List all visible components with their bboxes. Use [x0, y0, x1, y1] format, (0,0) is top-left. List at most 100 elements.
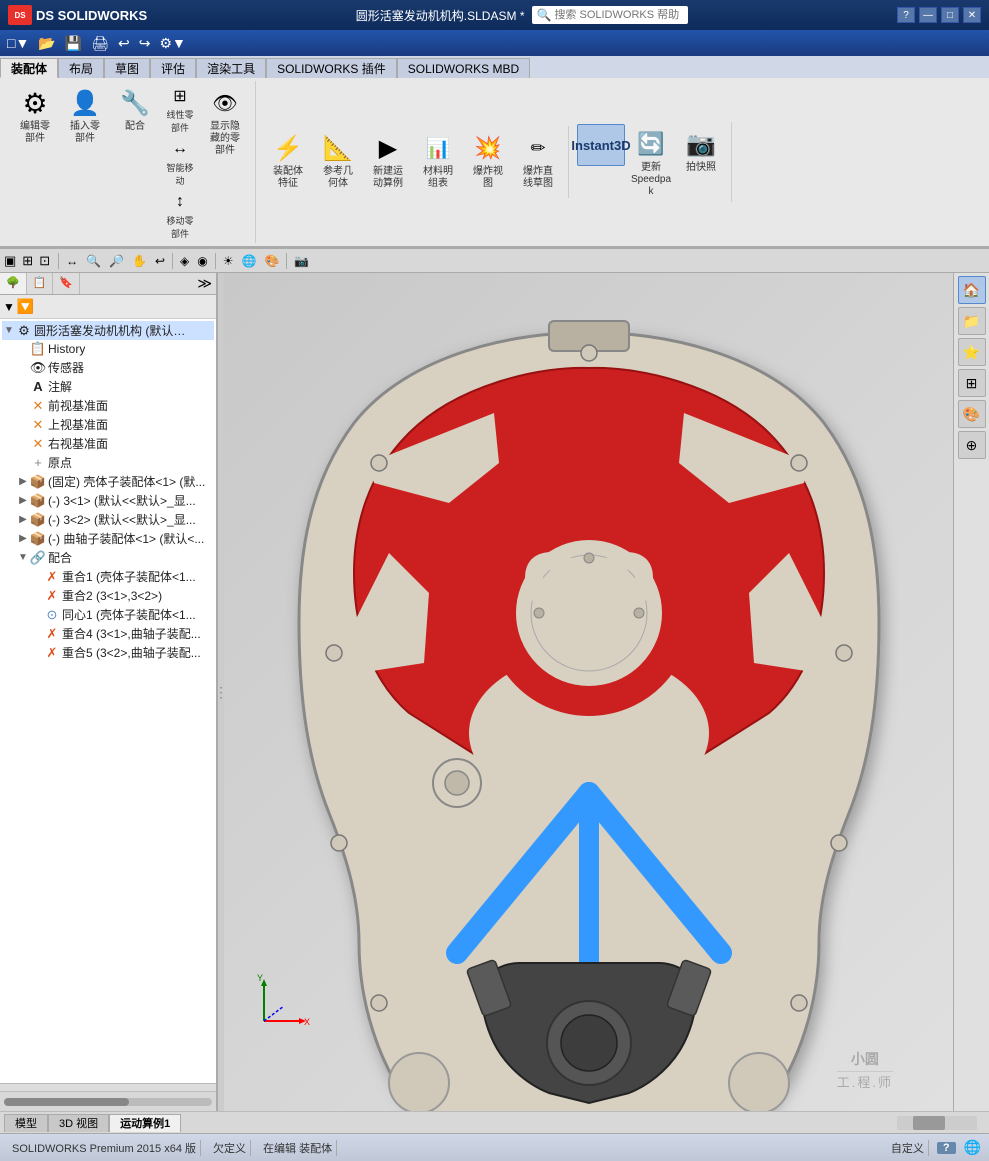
panel-expand-btn[interactable]: ≫	[193, 273, 216, 294]
tree-coincident1[interactable]: ✗ 重合1 (壳体子装配体<1...	[2, 567, 214, 586]
search-box[interactable]: 🔍	[532, 6, 688, 24]
tree-concentric1[interactable]: ⊙ 同心1 (壳体子装配体<1...	[2, 605, 214, 624]
photo-button[interactable]: 📷 拍快照	[677, 124, 725, 176]
origin-expand	[16, 456, 30, 470]
tab-render[interactable]: 渲染工具	[196, 58, 266, 78]
save-button[interactable]: 💾	[62, 34, 85, 53]
print-button[interactable]: 🖨	[88, 34, 112, 53]
crankshaft-icon: 📦	[30, 531, 46, 547]
explode-button[interactable]: 💥 爆炸视图	[464, 128, 512, 192]
coincident4-icon: ✗	[44, 626, 60, 642]
linear-component-button[interactable]: ⊞ 线性零部件	[161, 83, 199, 135]
tree-front-plane[interactable]: ✕ 前视基准面	[2, 396, 214, 415]
new-motion-label: 新建运动算例	[373, 166, 403, 190]
tree-coincident4[interactable]: ✗ 重合4 (3<1>,曲轴子装配...	[2, 624, 214, 643]
table-button[interactable]: ⊞	[958, 369, 986, 397]
instant3d-button[interactable]: Instant3D	[577, 124, 625, 166]
tab-sw-plugins[interactable]: SOLIDWORKS 插件	[266, 58, 397, 78]
section-view-btn[interactable]: ◈	[177, 253, 192, 269]
tree-annotations[interactable]: A 注解	[2, 377, 214, 396]
add-button[interactable]: ⊕	[958, 431, 986, 459]
svg-text:Y: Y	[257, 973, 263, 983]
new-motion-button[interactable]: ▶ 新建运动算例	[364, 128, 412, 192]
tab-3dview[interactable]: 3D 视图	[48, 1114, 109, 1132]
tree-part3-2[interactable]: ▶ 📦 (-) 3<2> (默认<<默认>_显...	[2, 510, 214, 529]
appearance-btn[interactable]: 🎨	[261, 253, 282, 269]
photo-icon: 📷	[683, 126, 719, 162]
panel-tab-features[interactable]: 🔖	[53, 273, 80, 294]
bookmark-button[interactable]: ⭐	[958, 338, 986, 366]
tree-mates[interactable]: ▼ 🔗 配合	[2, 548, 214, 567]
folder-button[interactable]: 📁	[958, 307, 986, 335]
bom-button[interactable]: 📊 材料明组表	[414, 128, 462, 192]
horizontal-scrollbar[interactable]	[897, 1116, 977, 1130]
tree-part3-1[interactable]: ▶ 📦 (-) 3<1> (默认<<默认>_显...	[2, 491, 214, 510]
tab-motion[interactable]: 运动算例1	[109, 1114, 181, 1132]
tree-sensors[interactable]: 👁 传感器	[2, 358, 214, 377]
front-plane-expand	[16, 399, 30, 413]
show-hide-label: 显示隐藏的零部件	[210, 121, 240, 157]
close-button[interactable]: ✕	[963, 7, 981, 23]
help-button[interactable]: ?	[897, 7, 915, 23]
show-hide-button[interactable]: 👁 显示隐藏的零部件	[201, 83, 249, 159]
tree-root[interactable]: ▼ ⚙ 圆形活塞发动机机构 (默认＜默...	[2, 321, 214, 340]
fit-view-btn[interactable]: ↔	[63, 253, 81, 269]
origin-label: 原点	[46, 454, 72, 471]
zoom-out-btn[interactable]: 🔎	[106, 253, 127, 269]
options-button[interactable]: ⚙▼	[156, 34, 188, 53]
tree-shell[interactable]: ▶ 📦 (固定) 壳体子装配体<1> (默...	[2, 472, 214, 491]
status-help[interactable]: ?	[937, 1142, 956, 1154]
explode-sketch-button[interactable]: ✏ 爆炸直线草图	[514, 128, 562, 192]
speedpak-button[interactable]: 🔄 更新Speedpak	[627, 124, 675, 200]
part3-1-expand[interactable]: ▶	[16, 494, 30, 508]
edit-part-button[interactable]: ⚙ 编辑零部件	[11, 83, 59, 147]
panel-tab-props[interactable]: 📋	[27, 273, 54, 294]
tree-origin[interactable]: + 原点	[2, 453, 214, 472]
3d-viewport[interactable]: X Y 小圆 工.程.师	[224, 273, 953, 1111]
mate-button[interactable]: 🔧 配合	[111, 83, 159, 135]
shell-expand[interactable]: ▶	[16, 475, 30, 489]
coincident1-expand	[30, 570, 44, 584]
new-button[interactable]: □▼	[4, 34, 32, 52]
search-input[interactable]	[554, 9, 684, 21]
rotate-btn[interactable]: ↩	[152, 253, 168, 269]
tree-right-plane[interactable]: ✕ 右视基准面	[2, 434, 214, 453]
tab-assembly[interactable]: 装配体	[0, 58, 58, 78]
tab-sketch[interactable]: 草图	[104, 58, 150, 78]
palette-button[interactable]: 🎨	[958, 400, 986, 428]
ribbon-content: ⚙ 编辑零部件 👤 插入零部件 🔧 配合 ⊞ 线性零部件	[0, 78, 989, 247]
scene-btn[interactable]: 🌐	[239, 253, 260, 269]
tree-coincident5[interactable]: ✗ 重合5 (3<2>,曲轴子装配...	[2, 643, 214, 662]
crankshaft-expand[interactable]: ▶	[16, 532, 30, 546]
tree-history[interactable]: 📋 History	[2, 340, 214, 358]
tree-crankshaft[interactable]: ▶ 📦 (-) 曲轴子装配体<1> (默认<...	[2, 529, 214, 548]
redo-button[interactable]: ↪	[136, 34, 154, 53]
display-style-btn[interactable]: ◉	[194, 253, 210, 269]
undo-button[interactable]: ↩	[115, 34, 133, 53]
minimize-button[interactable]: —	[919, 7, 937, 23]
part3-2-expand[interactable]: ▶	[16, 513, 30, 527]
mates-expand[interactable]: ▼	[16, 551, 30, 565]
move-component-button[interactable]: ↕ 移动零部件	[161, 189, 199, 241]
zoom-in-btn[interactable]: 🔍	[83, 253, 104, 269]
camera-btn[interactable]: 📷	[291, 253, 312, 269]
tab-model[interactable]: 模型	[4, 1114, 48, 1132]
tab-layout[interactable]: 布局	[58, 58, 104, 78]
tree-coincident2[interactable]: ✗ 重合2 (3<1>,3<2>)	[2, 586, 214, 605]
app-logo: DS DS SOLIDWORKS	[8, 5, 147, 25]
home-view-button[interactable]: 🏠	[958, 276, 986, 304]
insert-part-button[interactable]: 👤 插入零部件	[61, 83, 109, 147]
sensors-expand	[16, 361, 30, 375]
panel-tab-model[interactable]: 🌳	[0, 273, 27, 294]
smart-move-button[interactable]: ↔ 智能移动	[161, 136, 199, 188]
tab-evaluate[interactable]: 评估	[150, 58, 196, 78]
maximize-button[interactable]: □	[941, 7, 959, 23]
pan-btn[interactable]: ✋	[129, 253, 150, 269]
assembly-feature-button[interactable]: ⚡ 装配体特征	[264, 128, 312, 192]
light-btn[interactable]: ☀	[220, 253, 237, 269]
tab-mbd[interactable]: SOLIDWORKS MBD	[397, 58, 530, 78]
tree-top-plane[interactable]: ✕ 上视基准面	[2, 415, 214, 434]
root-expand-icon[interactable]: ▼	[2, 324, 16, 338]
ref-geometry-button[interactable]: 📐 参考几何体	[314, 128, 362, 192]
open-button[interactable]: 📂	[35, 34, 58, 53]
